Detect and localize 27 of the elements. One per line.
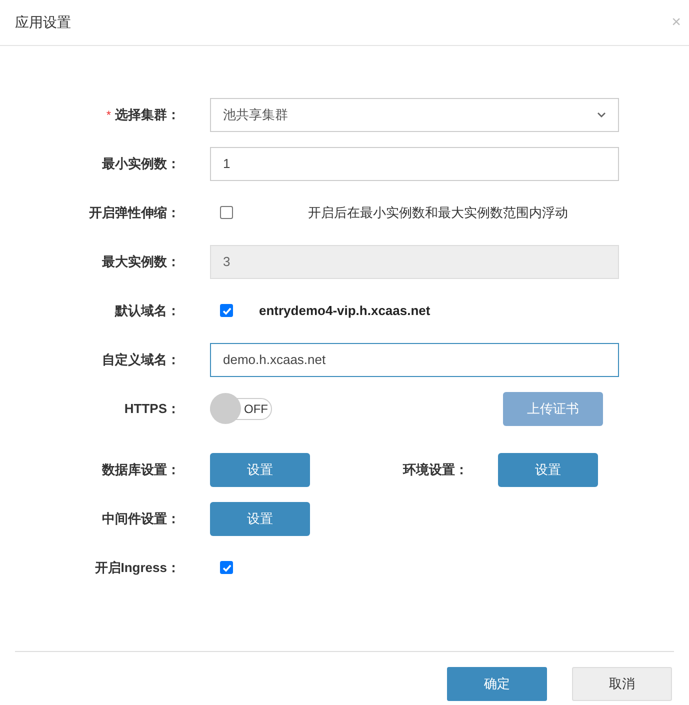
settings-button[interactable]: 设置 [210,452,310,486]
input-field[interactable]: 1 [210,146,619,180]
field-label: 自定义域名： [102,350,180,369]
field-label: 默认域名： [115,302,180,320]
field-label: 选择集群： [115,106,180,124]
checkbox[interactable] [220,561,233,574]
confirm-button[interactable]: 确定 [447,667,547,701]
input-field[interactable]: demo.h.xcaas.net [210,342,619,376]
dialog-title: 应用设置 [15,13,71,32]
field-label: 最大实例数： [102,252,180,271]
field-label: 数据库设置： [102,460,180,479]
checkbox[interactable] [220,304,233,317]
required-mark: * [106,106,111,124]
select-field[interactable]: 池共享集群 [210,98,619,132]
checkbox[interactable] [220,206,233,219]
hint-text: entrydemo4-vip.h.xcaas.net [259,302,430,320]
field-label: 环境设置： [403,460,468,479]
field-label: 最小实例数： [102,154,180,173]
chevron-down-icon [597,112,606,118]
field-label: 开启弹性伸缩： [89,204,180,222]
hint-text: 开启后在最小实例数和最大实例数范围内浮动 [308,204,568,222]
field-label: 开启Ingress： [94,558,180,577]
settings-button[interactable]: 设置 [210,502,310,536]
settings-button[interactable]: 设置 [498,452,598,486]
field-label: HTTPS： [124,400,180,418]
field-label: 中间件设置： [102,510,180,528]
cancel-button[interactable]: 取消 [572,667,672,701]
